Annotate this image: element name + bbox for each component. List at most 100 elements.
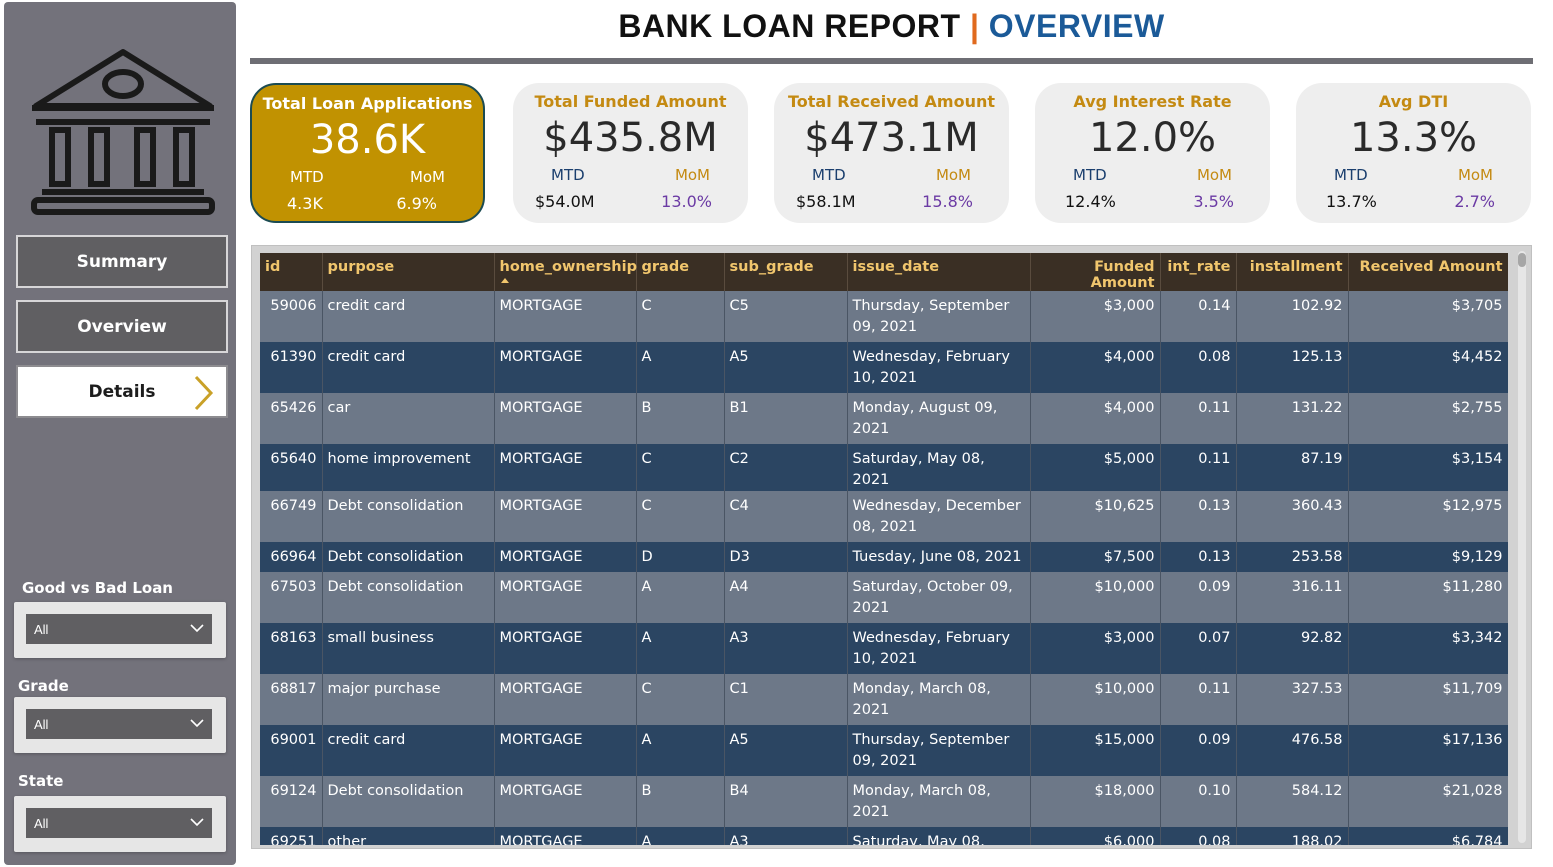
kpi-card-funded-amount[interactable]: Total Funded Amount $435.8M MTD MoM $54.… — [513, 83, 748, 223]
table-row[interactable]: 68163 small business MORTGAGE A A3 Wednesday,… — [260, 623, 1508, 674]
cell-grade: C — [636, 674, 725, 725]
cell-id: 59006 — [260, 291, 323, 342]
filter-grade: All — [14, 697, 226, 753]
column-header-grade[interactable]: grade — [636, 253, 725, 291]
filter-grade-label: Grade — [18, 677, 69, 695]
cell-funded-amount: $4,000 — [1030, 393, 1161, 444]
filter-state-value: All — [34, 815, 49, 831]
table-row[interactable]: 65640 home improvement MORTGAGE C C2 Saturday… — [260, 444, 1508, 491]
column-header-issue-date[interactable]: issue_date — [847, 253, 1031, 291]
table-row[interactable]: 68817 major purchase MORTGAGE C C1 Monday, Ma… — [260, 674, 1508, 725]
chevron-down-icon — [190, 818, 204, 827]
column-header-received-amount[interactable]: Received Amount — [1348, 253, 1508, 291]
sidebar: Summary Overview Details Good vs Bad Loa… — [4, 2, 236, 865]
table-row[interactable]: 66964 Debt consolidation MORTGAGE D D3 Tuesda… — [260, 542, 1508, 572]
cell-received-amount: $3,705 — [1348, 291, 1508, 342]
cell-installment: 476.58 — [1236, 725, 1349, 776]
filter-state-label: State — [18, 772, 64, 790]
column-header-id[interactable]: id — [260, 253, 323, 291]
sort-ascending-icon — [500, 278, 509, 283]
cell-id: 67503 — [260, 572, 323, 623]
kpi-title: Avg Interest Rate — [1073, 92, 1232, 111]
cell-int-rate: 0.11 — [1160, 444, 1237, 491]
cell-int-rate: 0.09 — [1160, 725, 1237, 776]
kpi-mtd-label: MTD — [551, 166, 585, 184]
cell-issue-date: Tuesday, June 08, 2021 — [847, 542, 1031, 572]
bank-building-icon — [31, 49, 215, 215]
cell-received-amount: $3,342 — [1348, 623, 1508, 674]
kpi-mom-value: 15.8% — [922, 192, 973, 211]
filter-state: All — [14, 796, 226, 852]
kpi-mom-label: MoM — [935, 166, 971, 184]
kpi-card-total-applications[interactable]: Total Loan Applications 38.6K MTD MoM 4.… — [250, 83, 485, 223]
cell-installment: 125.13 — [1236, 342, 1349, 393]
cell-purpose: home improvement — [322, 444, 495, 491]
kpi-mom-value: 13.0% — [661, 192, 712, 211]
table-row[interactable]: 69124 Debt consolidation MORTGAGE B B4 Monday… — [260, 776, 1508, 827]
table-row[interactable]: 69251otherMORTGAGEAA3Saturday, May 08, 2… — [260, 827, 1508, 845]
nav-summary-label: Summary — [76, 251, 168, 272]
cell-purpose: Debt consolidation — [322, 542, 495, 572]
cell-sub-grade: A5 — [724, 342, 848, 393]
cell-home-ownership: MORTGAGE — [494, 542, 637, 572]
kpi-mom-value: 6.9% — [396, 194, 437, 213]
cell-issue-date: Thursday, September 09, 2021 — [847, 725, 1031, 776]
cell-int-rate: 0.11 — [1160, 674, 1237, 725]
kpi-mtd-value: 4.3K — [287, 194, 323, 213]
filter-state-dropdown[interactable]: All — [26, 808, 212, 838]
nav-summary-button[interactable]: Summary — [16, 235, 228, 288]
table-row[interactable]: 65426 car MORTGAGE B B1 Monday, August 09, 20… — [260, 393, 1508, 444]
column-header-home-ownership[interactable]: home_ownership — [494, 253, 637, 291]
table-row[interactable]: 66749 Debt consolidation MORTGAGE C C4 Wednes… — [260, 491, 1508, 542]
table-row[interactable]: 59006 credit card MORTGAGE C C5 Thursday, Sep… — [260, 291, 1508, 342]
cell-home-ownership: MORTGAGE — [494, 572, 637, 623]
title-sub: OVERVIEW — [988, 8, 1165, 44]
cell-purpose: credit card — [322, 725, 495, 776]
table-row[interactable]: 69001 credit card MORTGAGE A A5 Thursday, Sep… — [260, 725, 1508, 776]
table-scroll-thumb[interactable] — [1518, 253, 1526, 267]
column-header-funded-amount[interactable]: Funded Amount — [1030, 253, 1161, 291]
kpi-mtd-value: 13.7% — [1326, 192, 1377, 211]
kpi-mom-label: MoM — [1196, 166, 1232, 184]
column-header-purpose[interactable]: purpose — [322, 253, 495, 291]
column-header-installment[interactable]: installment — [1236, 253, 1349, 291]
kpi-card-avg-interest[interactable]: Avg Interest Rate 12.0% MTD MoM 12.4% 3.… — [1035, 83, 1270, 223]
kpi-mtd-value: $54.0M — [535, 192, 595, 211]
cell-purpose: Debt consolidation — [322, 491, 495, 542]
table-row[interactable]: 67503 Debt consolidation MORTGAGE A A4 Saturd… — [260, 572, 1508, 623]
cell-int-rate: 0.08 — [1160, 342, 1237, 393]
cell-id: 61390 — [260, 342, 323, 393]
filter-loan-status-dropdown[interactable]: All — [26, 614, 212, 644]
cell-issue-date: Saturday, May 08, 2021 — [847, 827, 1031, 845]
cell-sub-grade: A3 — [724, 827, 848, 845]
cell-installment: 188.02 — [1236, 827, 1349, 845]
kpi-value: 13.3% — [1349, 115, 1478, 161]
kpi-card-received-amount[interactable]: Total Received Amount $473.1M MTD MoM $5… — [774, 83, 1009, 223]
cell-int-rate: 0.08 — [1160, 827, 1237, 845]
cell-id: 68163 — [260, 623, 323, 674]
cell-received-amount: $17,136 — [1348, 725, 1508, 776]
table-row[interactable]: 61390 credit card MORTGAGE A A5 Wednesday, Fe… — [260, 342, 1508, 393]
chevron-right-icon — [194, 375, 214, 411]
cell-id: 66749 — [260, 491, 323, 542]
cell-installment: 92.82 — [1236, 623, 1349, 674]
cell-funded-amount: $10,625 — [1030, 491, 1161, 542]
cell-funded-amount: $5,000 — [1030, 444, 1161, 491]
nav-details-button[interactable]: Details — [16, 365, 228, 418]
chevron-down-icon — [190, 719, 204, 728]
details-table-viewport[interactable]: id purpose home_ownership grade sub_grad… — [260, 253, 1508, 845]
cell-purpose: Debt consolidation — [322, 776, 495, 827]
cell-int-rate: 0.11 — [1160, 393, 1237, 444]
cell-grade: C — [636, 444, 725, 491]
column-header-int-rate[interactable]: int_rate — [1160, 253, 1237, 291]
kpi-value: $435.8M — [543, 115, 718, 161]
cell-sub-grade: C2 — [724, 444, 848, 491]
nav-overview-button[interactable]: Overview — [16, 300, 228, 353]
title-divider — [250, 58, 1533, 64]
table-scrollbar[interactable] — [1518, 251, 1526, 843]
column-header-sub-grade[interactable]: sub_grade — [724, 253, 848, 291]
cell-purpose: other — [322, 827, 495, 845]
filter-grade-dropdown[interactable]: All — [26, 709, 212, 739]
cell-issue-date: Wednesday, February 10, 2021 — [847, 623, 1031, 674]
kpi-card-avg-dti[interactable]: Avg DTI 13.3% MTD MoM 13.7% 2.7% — [1296, 83, 1531, 223]
